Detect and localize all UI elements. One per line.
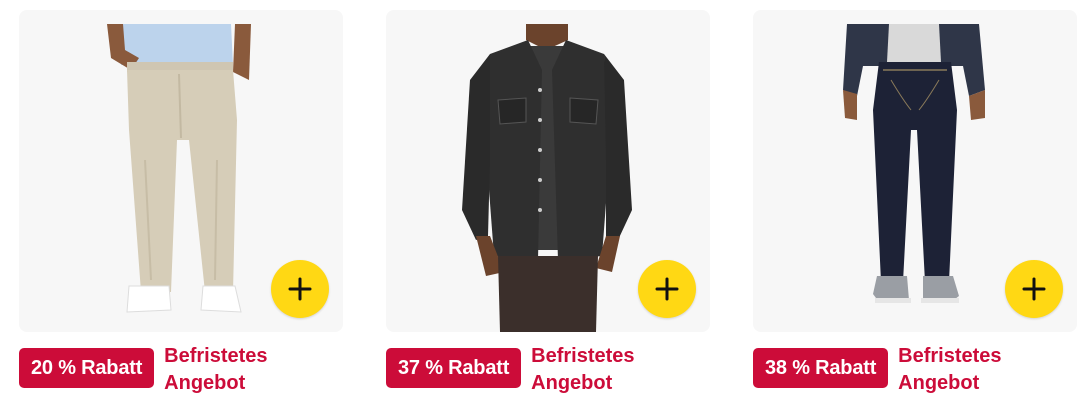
plus-icon — [655, 277, 679, 301]
product-image-link[interactable] — [753, 10, 1077, 332]
discount-badge: 37 % Rabatt — [386, 348, 522, 388]
product-card-denim-shirt: 37 % Rabatt Befristetes Angebot — [386, 10, 710, 396]
product-image-link[interactable] — [386, 10, 710, 332]
discount-badge: 20 % Rabatt — [19, 348, 155, 388]
product-card-dark-jeans: 38 % Rabatt Befristetes Angebot — [753, 10, 1077, 396]
product-card-khaki-pants: 20 % Rabatt Befristetes Angebot — [19, 10, 343, 396]
limited-deal-label: Befristetes Angebot — [164, 345, 268, 394]
add-to-cart-button[interactable] — [1005, 260, 1063, 318]
product-image-link[interactable] — [19, 10, 343, 332]
plus-icon — [288, 277, 312, 301]
limited-deal-label: Befristetes Angebot — [898, 345, 1002, 394]
product-carousel-row: 20 % Rabatt Befristetes Angebot 37 % Rab… — [0, 0, 1084, 400]
deal-info: 37 % Rabatt Befristetes Angebot — [386, 343, 651, 397]
add-to-cart-button[interactable] — [271, 260, 329, 318]
add-to-cart-button[interactable] — [638, 260, 696, 318]
discount-badge: 38 % Rabatt — [753, 348, 889, 388]
deal-info: 20 % Rabatt Befristetes Angebot — [19, 343, 284, 397]
limited-deal-label: Befristetes Angebot — [531, 345, 635, 394]
plus-icon — [1022, 277, 1046, 301]
deal-info: 38 % Rabatt Befristetes Angebot — [753, 343, 1018, 397]
